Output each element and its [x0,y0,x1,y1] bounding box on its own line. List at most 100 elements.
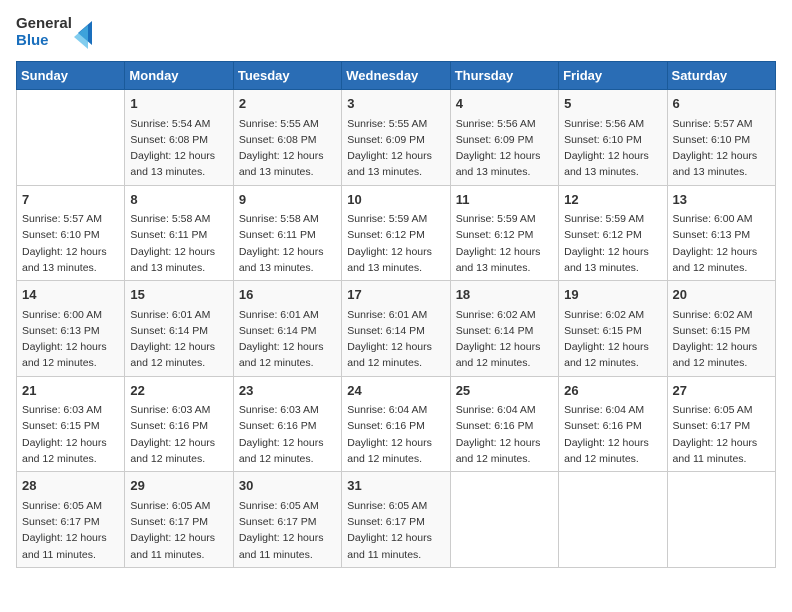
logo-text-block: General Blue [16,16,72,49]
calendar-cell: 18Sunrise: 6:02 AMSunset: 6:14 PMDayligh… [450,281,558,377]
cell-content: Sunrise: 6:03 AMSunset: 6:16 PMDaylight:… [130,402,227,467]
calendar-cell: 21Sunrise: 6:03 AMSunset: 6:15 PMDayligh… [17,376,125,472]
calendar-cell: 13Sunrise: 6:00 AMSunset: 6:13 PMDayligh… [667,185,775,281]
calendar-cell: 26Sunrise: 6:04 AMSunset: 6:16 PMDayligh… [559,376,667,472]
day-number: 6 [673,94,770,114]
calendar-cell: 20Sunrise: 6:02 AMSunset: 6:15 PMDayligh… [667,281,775,377]
cell-content: Sunrise: 5:59 AMSunset: 6:12 PMDaylight:… [347,211,444,276]
calendar-week-row: 1Sunrise: 5:54 AMSunset: 6:08 PMDaylight… [17,90,776,186]
calendar-cell: 9Sunrise: 5:58 AMSunset: 6:11 PMDaylight… [233,185,341,281]
calendar-cell: 4Sunrise: 5:56 AMSunset: 6:09 PMDaylight… [450,90,558,186]
day-number: 29 [130,476,227,496]
cell-content: Sunrise: 5:58 AMSunset: 6:11 PMDaylight:… [239,211,336,276]
calendar-cell: 11Sunrise: 5:59 AMSunset: 6:12 PMDayligh… [450,185,558,281]
day-number: 9 [239,190,336,210]
cell-content: Sunrise: 5:58 AMSunset: 6:11 PMDaylight:… [130,211,227,276]
calendar-cell: 25Sunrise: 6:04 AMSunset: 6:16 PMDayligh… [450,376,558,472]
cell-content: Sunrise: 6:01 AMSunset: 6:14 PMDaylight:… [347,307,444,372]
cell-content: Sunrise: 5:55 AMSunset: 6:09 PMDaylight:… [347,116,444,181]
logo: General Blue [16,16,92,49]
day-number: 13 [673,190,770,210]
cell-content: Sunrise: 5:59 AMSunset: 6:12 PMDaylight:… [456,211,553,276]
day-number: 11 [456,190,553,210]
calendar-cell: 24Sunrise: 6:04 AMSunset: 6:16 PMDayligh… [342,376,450,472]
day-number: 2 [239,94,336,114]
cell-content: Sunrise: 5:54 AMSunset: 6:08 PMDaylight:… [130,116,227,181]
calendar-cell: 19Sunrise: 6:02 AMSunset: 6:15 PMDayligh… [559,281,667,377]
day-number: 10 [347,190,444,210]
header-day-monday: Monday [125,62,233,90]
day-number: 1 [130,94,227,114]
cell-content: Sunrise: 6:05 AMSunset: 6:17 PMDaylight:… [130,498,227,563]
cell-content: Sunrise: 6:02 AMSunset: 6:15 PMDaylight:… [564,307,661,372]
calendar-cell: 6Sunrise: 5:57 AMSunset: 6:10 PMDaylight… [667,90,775,186]
cell-content: Sunrise: 6:05 AMSunset: 6:17 PMDaylight:… [673,402,770,467]
day-number: 17 [347,285,444,305]
cell-content: Sunrise: 6:04 AMSunset: 6:16 PMDaylight:… [347,402,444,467]
day-number: 15 [130,285,227,305]
header-day-thursday: Thursday [450,62,558,90]
day-number: 20 [673,285,770,305]
day-number: 22 [130,381,227,401]
day-number: 21 [22,381,119,401]
cell-content: Sunrise: 6:05 AMSunset: 6:17 PMDaylight:… [22,498,119,563]
calendar-cell: 23Sunrise: 6:03 AMSunset: 6:16 PMDayligh… [233,376,341,472]
calendar-cell: 15Sunrise: 6:01 AMSunset: 6:14 PMDayligh… [125,281,233,377]
calendar-cell: 27Sunrise: 6:05 AMSunset: 6:17 PMDayligh… [667,376,775,472]
day-number: 7 [22,190,119,210]
logo-wrapper: General Blue [16,16,92,49]
calendar-week-row: 21Sunrise: 6:03 AMSunset: 6:15 PMDayligh… [17,376,776,472]
cell-content: Sunrise: 6:01 AMSunset: 6:14 PMDaylight:… [130,307,227,372]
calendar-table: SundayMondayTuesdayWednesdayThursdayFrid… [16,61,776,568]
cell-content: Sunrise: 6:00 AMSunset: 6:13 PMDaylight:… [22,307,119,372]
cell-content: Sunrise: 5:56 AMSunset: 6:10 PMDaylight:… [564,116,661,181]
calendar-cell: 17Sunrise: 6:01 AMSunset: 6:14 PMDayligh… [342,281,450,377]
calendar-week-row: 7Sunrise: 5:57 AMSunset: 6:10 PMDaylight… [17,185,776,281]
header-day-friday: Friday [559,62,667,90]
cell-content: Sunrise: 5:59 AMSunset: 6:12 PMDaylight:… [564,211,661,276]
calendar-cell: 3Sunrise: 5:55 AMSunset: 6:09 PMDaylight… [342,90,450,186]
cell-content: Sunrise: 6:04 AMSunset: 6:16 PMDaylight:… [564,402,661,467]
cell-content: Sunrise: 6:03 AMSunset: 6:15 PMDaylight:… [22,402,119,467]
calendar-cell: 5Sunrise: 5:56 AMSunset: 6:10 PMDaylight… [559,90,667,186]
calendar-cell: 2Sunrise: 5:55 AMSunset: 6:08 PMDaylight… [233,90,341,186]
logo-blue: Blue [16,33,72,50]
day-number: 5 [564,94,661,114]
calendar-cell: 22Sunrise: 6:03 AMSunset: 6:16 PMDayligh… [125,376,233,472]
day-number: 27 [673,381,770,401]
day-number: 26 [564,381,661,401]
day-number: 18 [456,285,553,305]
header-day-tuesday: Tuesday [233,62,341,90]
cell-content: Sunrise: 6:01 AMSunset: 6:14 PMDaylight:… [239,307,336,372]
calendar-cell [17,90,125,186]
header-day-sunday: Sunday [17,62,125,90]
day-number: 4 [456,94,553,114]
calendar-cell: 10Sunrise: 5:59 AMSunset: 6:12 PMDayligh… [342,185,450,281]
calendar-cell [667,472,775,568]
calendar-cell: 29Sunrise: 6:05 AMSunset: 6:17 PMDayligh… [125,472,233,568]
cell-content: Sunrise: 5:57 AMSunset: 6:10 PMDaylight:… [673,116,770,181]
cell-content: Sunrise: 6:05 AMSunset: 6:17 PMDaylight:… [347,498,444,563]
calendar-cell: 1Sunrise: 5:54 AMSunset: 6:08 PMDaylight… [125,90,233,186]
cell-content: Sunrise: 6:02 AMSunset: 6:14 PMDaylight:… [456,307,553,372]
day-number: 12 [564,190,661,210]
day-number: 31 [347,476,444,496]
cell-content: Sunrise: 5:55 AMSunset: 6:08 PMDaylight:… [239,116,336,181]
calendar-cell [450,472,558,568]
cell-content: Sunrise: 6:03 AMSunset: 6:16 PMDaylight:… [239,402,336,467]
calendar-week-row: 28Sunrise: 6:05 AMSunset: 6:17 PMDayligh… [17,472,776,568]
day-number: 25 [456,381,553,401]
calendar-cell: 7Sunrise: 5:57 AMSunset: 6:10 PMDaylight… [17,185,125,281]
logo-arrow-icon [74,17,92,49]
day-number: 16 [239,285,336,305]
cell-content: Sunrise: 5:57 AMSunset: 6:10 PMDaylight:… [22,211,119,276]
calendar-week-row: 14Sunrise: 6:00 AMSunset: 6:13 PMDayligh… [17,281,776,377]
calendar-cell: 16Sunrise: 6:01 AMSunset: 6:14 PMDayligh… [233,281,341,377]
day-number: 14 [22,285,119,305]
header-day-saturday: Saturday [667,62,775,90]
cell-content: Sunrise: 6:02 AMSunset: 6:15 PMDaylight:… [673,307,770,372]
cell-content: Sunrise: 6:04 AMSunset: 6:16 PMDaylight:… [456,402,553,467]
logo-general: General [16,16,72,33]
calendar-cell: 14Sunrise: 6:00 AMSunset: 6:13 PMDayligh… [17,281,125,377]
calendar-cell: 28Sunrise: 6:05 AMSunset: 6:17 PMDayligh… [17,472,125,568]
